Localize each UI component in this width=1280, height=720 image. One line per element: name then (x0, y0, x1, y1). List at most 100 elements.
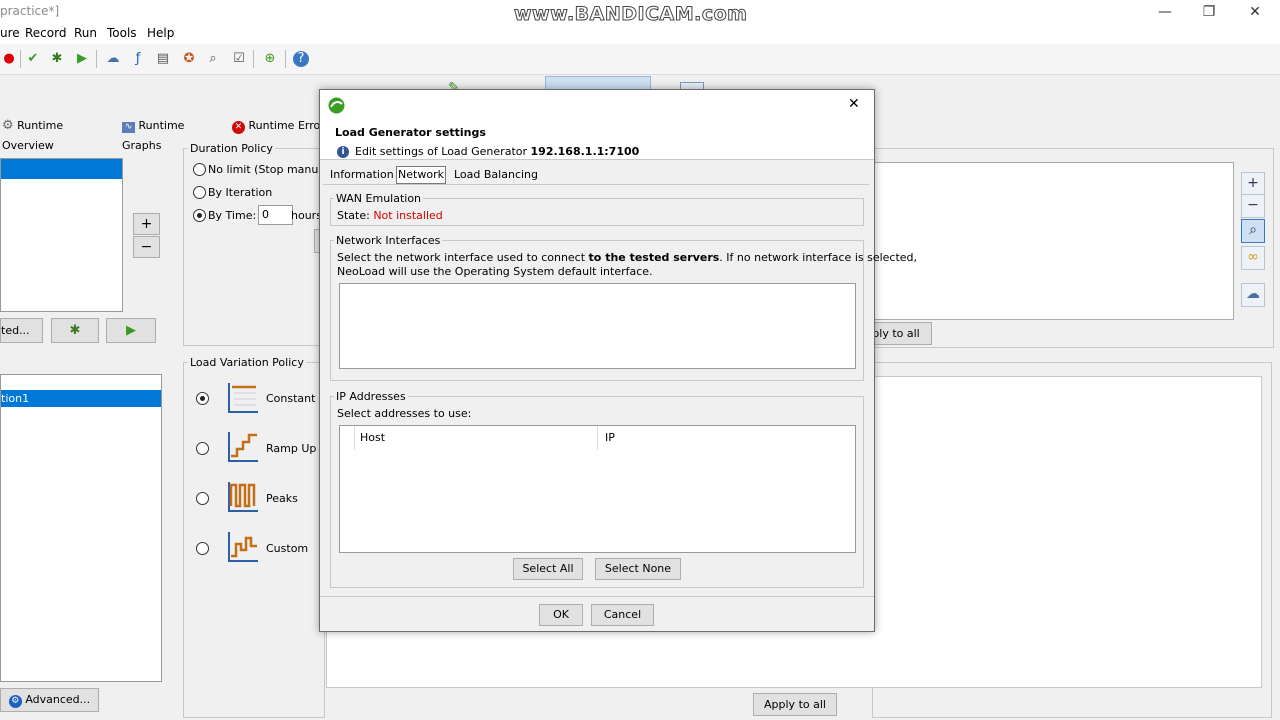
custom-chart-icon (228, 532, 258, 562)
close-window-button[interactable]: ✕ (1240, 2, 1270, 22)
list-item-selected[interactable] (1, 159, 122, 179)
menu-item-help[interactable]: Help (147, 26, 174, 40)
pages-icon[interactable]: ▤ (154, 50, 172, 68)
play-icon[interactable]: ▶ (106, 318, 156, 343)
help-icon[interactable]: ? (293, 51, 309, 67)
peaks-label: Peaks (266, 492, 298, 505)
link-icon[interactable]: ∞ (1241, 246, 1265, 270)
neoload-logo-icon (328, 97, 345, 114)
badge-icon[interactable]: ✪ (180, 50, 198, 68)
wan-emulation-group: WAN Emulation State: Not installed (330, 192, 864, 226)
advanced-bottom-button[interactable]: ⚙ Advanced... (0, 688, 99, 712)
menu-item-configure[interactable]: ure (0, 26, 20, 40)
menu-item-tools[interactable]: Tools (107, 26, 137, 40)
cloud-icon[interactable]: ☁ (1241, 283, 1265, 307)
ramp-up-chart-icon (228, 432, 258, 462)
state-value: Not installed (373, 209, 443, 222)
population-list[interactable] (0, 158, 123, 312)
minimize-button[interactable]: — (1150, 2, 1180, 22)
menu-bar: ure Record Run Tools Help (0, 24, 1280, 44)
network-interfaces-description: Select the network interface used to con… (337, 251, 917, 264)
cloud-icon[interactable]: ☁ (104, 50, 122, 68)
tab-label: Runtime Errors (248, 119, 323, 132)
by-time-radio[interactable] (193, 209, 206, 222)
table-checkbox-column (340, 426, 355, 450)
load-generator-settings-dialog: ✕ Load Generator settings i Edit setting… (319, 89, 917, 632)
divider (320, 159, 874, 160)
constant-chart-icon (228, 383, 258, 413)
globe-play-icon[interactable]: ⊕ (261, 50, 279, 68)
toolbar-separator (96, 50, 97, 68)
check-icon[interactable]: ✔ (24, 50, 42, 68)
error-icon: ✕ (232, 121, 245, 134)
ramp-up-radio[interactable] (196, 442, 209, 455)
ip-addresses-table[interactable]: Host IP (339, 425, 856, 553)
ok-button[interactable]: OK (539, 604, 583, 626)
remove-icon[interactable]: − (1241, 194, 1265, 218)
advanced-top-button[interactable]: ted... (0, 318, 43, 343)
record-icon[interactable]: ● (0, 50, 18, 68)
list-item-selected[interactable]: tion1 (1, 390, 161, 407)
peaks-chart-icon (228, 482, 258, 512)
search-icon[interactable]: ⌕ (204, 50, 222, 68)
tab-information[interactable]: Information (330, 167, 394, 183)
scenario-list[interactable]: tion1 (0, 374, 162, 682)
fx-icon[interactable]: ƒ (129, 50, 147, 68)
load-generators-list[interactable] (860, 162, 1234, 320)
info-icon: i (337, 146, 349, 158)
wan-state: State: Not installed (337, 209, 443, 222)
checklist-icon[interactable]: ☑ (230, 50, 248, 68)
maximize-button[interactable]: ❐ (1194, 2, 1224, 22)
by-time-label: By Time: (208, 209, 257, 222)
desc-text: . If no network interface is selected, (719, 251, 918, 264)
remove-button[interactable]: − (133, 236, 160, 258)
toolbar-separator (253, 50, 254, 68)
tab-load-balancing[interactable]: Load Balancing (454, 167, 538, 183)
duration-policy-group: Duration Policy (183, 142, 325, 346)
custom-radio[interactable] (196, 542, 209, 555)
apply-to-all-bottom-button[interactable]: Apply to all (753, 693, 837, 716)
time-hours-input[interactable]: 0 (258, 205, 293, 225)
tab-runtime-errors[interactable]: ✕ Runtime Errors (232, 116, 322, 136)
tab-runtime-overview[interactable]: ⚙ Runtime Overview (2, 116, 114, 152)
constant-radio[interactable] (196, 392, 209, 405)
load-generator-host: 192.168.1.1:7100 (530, 145, 640, 158)
subtitle-text: Edit settings of Load Generator (355, 145, 531, 158)
add-button[interactable]: + (133, 213, 160, 235)
network-interfaces-title: Network Interfaces (334, 234, 443, 247)
toolbar: ● ✔ ✱ ▶ ☁ ƒ ▤ ✪ ⌕ ☑ ⊕ ? (0, 44, 1280, 75)
select-all-button[interactable]: Select All (513, 558, 583, 580)
by-iteration-label: By Iteration (208, 186, 273, 199)
debug-bug-icon[interactable]: ✱ (48, 50, 66, 68)
tab-runtime-graphs[interactable]: ∿ Runtime Graphs (122, 116, 226, 152)
menu-item-record[interactable]: Record (25, 26, 66, 40)
wan-emulation-title: WAN Emulation (334, 192, 424, 205)
ip-addresses-group: IP Addresses Select addresses to use: Ho… (330, 390, 864, 588)
network-interfaces-list[interactable] (339, 283, 856, 369)
add-icon[interactable]: + (1241, 172, 1265, 196)
select-none-button[interactable]: Select None (595, 558, 681, 580)
cancel-button[interactable]: Cancel (591, 604, 654, 626)
state-label: State: (337, 209, 374, 222)
debug-bug-icon[interactable]: ✱ (51, 318, 99, 343)
peaks-radio[interactable] (196, 492, 209, 505)
desc-text: Select the network interface used to con… (337, 251, 589, 264)
search-icon[interactable]: ⌕ (1241, 219, 1265, 243)
tab-divider (323, 184, 869, 185)
constant-label: Constant (266, 392, 316, 405)
bandicam-watermark: www.BANDICAM.com (513, 3, 748, 26)
by-iteration-radio[interactable] (193, 186, 206, 199)
tab-network[interactable]: Network (396, 166, 446, 184)
graph-icon: ∿ (122, 122, 135, 133)
network-interfaces-description-2: NeoLoad will use the Operating System de… (337, 265, 653, 278)
dialog-close-button[interactable]: ✕ (848, 96, 860, 112)
no-limit-radio[interactable] (193, 163, 206, 176)
gear-icon: ⚙ (2, 118, 14, 133)
play-icon[interactable]: ▶ (73, 50, 91, 68)
column-header-ip[interactable]: IP (599, 426, 855, 450)
load-variation-title: Load Variation Policy (188, 356, 306, 369)
column-header-host[interactable]: Host (354, 426, 598, 450)
menu-item-run[interactable]: Run (74, 26, 97, 40)
network-interfaces-group: Network Interfaces Select the network in… (330, 234, 917, 381)
ramp-up-label: Ramp Up (266, 442, 317, 455)
